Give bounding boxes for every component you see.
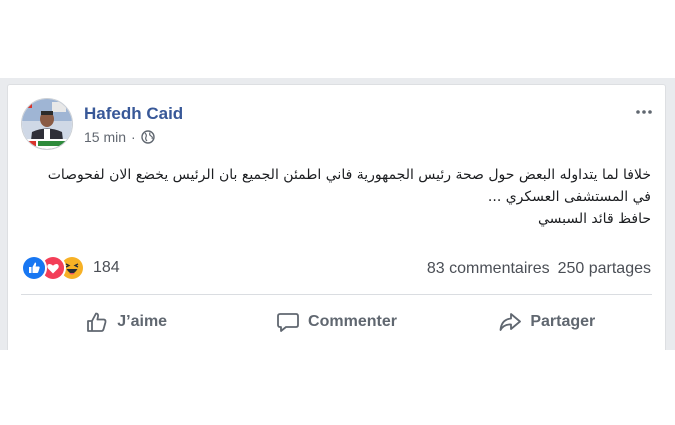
post-time[interactable]: 15 min — [84, 129, 126, 145]
post-actions: J’aime Commenter Partager — [21, 297, 652, 347]
reaction-count: 184 — [93, 259, 120, 276]
like-button-label: J’aime — [117, 313, 168, 330]
post-text-line: في المستشفى العسكري ... — [487, 189, 651, 205]
share-button-label: Partager — [530, 313, 596, 330]
globe-icon[interactable] — [141, 130, 155, 144]
thumbs-up-icon — [85, 310, 109, 334]
actions-divider — [21, 294, 652, 295]
author-name[interactable]: Hafedh Caid — [84, 104, 183, 124]
more-options-icon[interactable] — [635, 103, 653, 121]
like-icon — [21, 255, 47, 281]
post-card: Hafedh Caid 15 min · خلافا لما يتداوله ا… — [7, 84, 666, 350]
comment-icon — [276, 310, 300, 334]
reactions-summary[interactable]: 184 — [21, 255, 120, 281]
post-meta: 15 min · — [84, 129, 155, 145]
comments-count[interactable]: 83 commentaires — [427, 260, 550, 278]
share-button[interactable]: Partager — [442, 297, 652, 347]
comment-button[interactable]: Commenter — [231, 297, 441, 347]
shares-count[interactable]: 250 partages — [558, 260, 651, 278]
engagement-stats: 83 commentaires 250 partages — [427, 260, 651, 278]
post-text: خلافا لما يتداوله البعض حول صحة رئيس الج… — [21, 164, 651, 230]
comment-button-label: Commenter — [308, 313, 397, 330]
post-text-line: حافظ قائد السبسي — [537, 211, 651, 227]
meta-separator: · — [131, 129, 136, 145]
post-text-line: خلافا لما يتداوله البعض حول صحة رئيس الج… — [47, 167, 651, 183]
share-icon — [498, 310, 522, 334]
like-button[interactable]: J’aime — [21, 297, 231, 347]
avatar[interactable] — [21, 98, 73, 150]
